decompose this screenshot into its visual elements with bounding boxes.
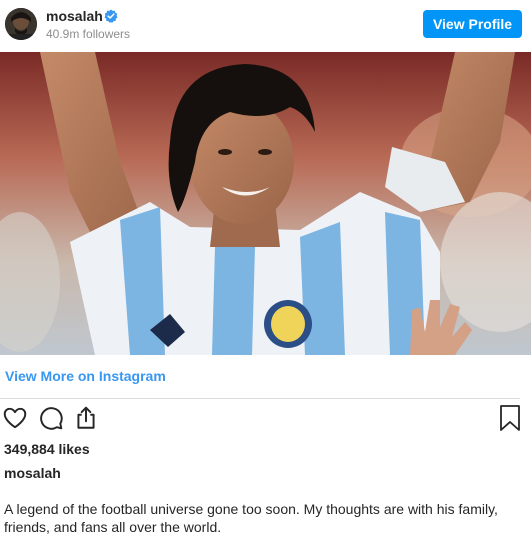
caption-username[interactable]: mosalah bbox=[4, 465, 61, 481]
view-profile-button[interactable]: View Profile bbox=[423, 10, 522, 38]
comment-icon[interactable] bbox=[38, 405, 64, 431]
follower-count: 40.9m followers bbox=[46, 27, 131, 41]
divider bbox=[0, 398, 520, 399]
username[interactable]: mosalah bbox=[46, 8, 103, 24]
post-caption: A legend of the football universe gone t… bbox=[4, 501, 498, 535]
post-header: mosalah 40.9m followers View Profile bbox=[0, 0, 531, 52]
instagram-embed-card: mosalah 40.9m followers View Profile Vie… bbox=[0, 0, 531, 541]
post-image[interactable] bbox=[0, 52, 531, 355]
heart-icon[interactable] bbox=[2, 405, 28, 431]
share-icon[interactable] bbox=[73, 405, 99, 431]
like-count[interactable]: 349,884 likes bbox=[4, 441, 90, 457]
avatar[interactable] bbox=[5, 8, 37, 40]
verified-badge-icon bbox=[104, 9, 118, 23]
bookmark-icon[interactable] bbox=[498, 404, 522, 432]
view-more-link[interactable]: View More on Instagram bbox=[5, 368, 166, 384]
